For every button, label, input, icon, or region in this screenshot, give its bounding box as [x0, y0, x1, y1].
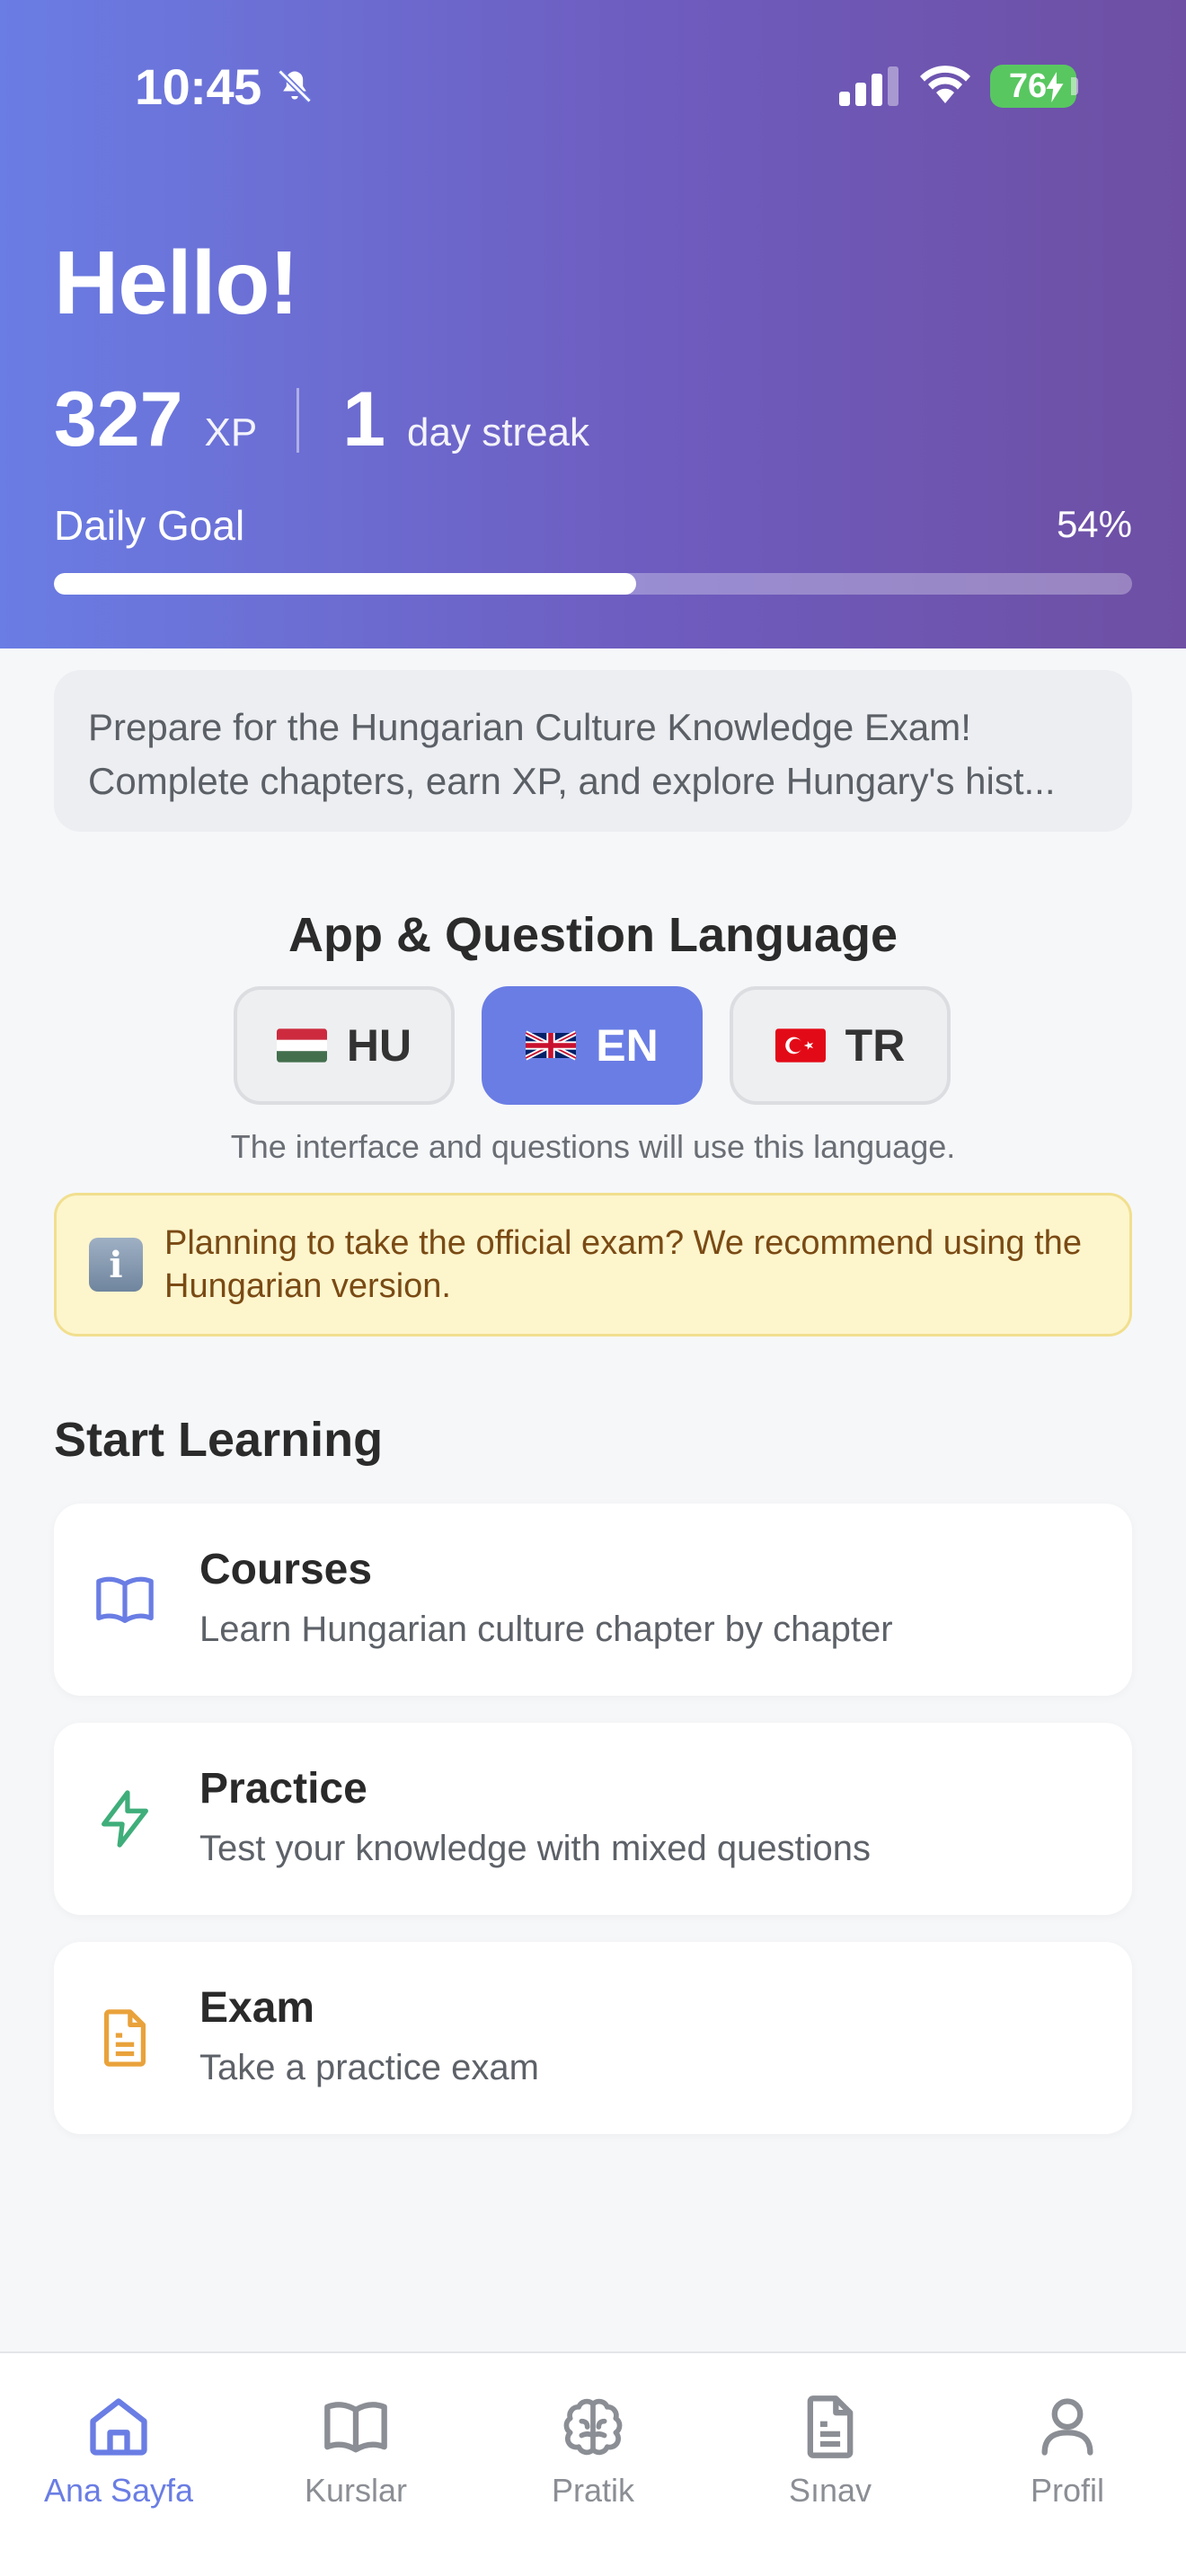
- home-icon: [90, 2398, 147, 2456]
- hungary-flag-icon: [276, 1028, 327, 1063]
- xp-value: 327: [54, 376, 183, 463]
- brain-icon: [563, 2398, 623, 2456]
- language-note: The interface and questions will use thi…: [230, 1128, 956, 1165]
- language-button-tr[interactable]: TR: [730, 986, 951, 1105]
- turkey-flag-icon: [774, 1028, 826, 1063]
- header: 10:45 76 Hello! 327 XP 1 day streak Dail…: [0, 0, 1186, 648]
- practice-card[interactable]: Practice Test your knowledge with mixed …: [54, 1723, 1132, 1915]
- courses-description: Learn Hungarian culture chapter by chapt…: [199, 1610, 893, 1649]
- bell-off-icon: [278, 69, 312, 103]
- daily-goal-label: Daily Goal: [54, 502, 245, 549]
- courses-title: Courses: [199, 1546, 373, 1593]
- xp-label: XP: [204, 410, 258, 454]
- charging-bolt-icon: [1046, 72, 1064, 102]
- lightning-icon: [102, 1790, 148, 1848]
- tab-home-label: Ana Sayfa: [43, 2472, 194, 2509]
- intro-card: Prepare for the Hungarian Culture Knowle…: [54, 670, 1132, 832]
- practice-description: Test your knowledge with mixed questions: [199, 1829, 872, 1868]
- practice-title: Practice: [199, 1765, 367, 1813]
- wifi-icon: [920, 66, 970, 103]
- start-learning-title: Start Learning: [54, 1413, 384, 1467]
- daily-goal-percent: 54%: [1056, 503, 1132, 545]
- tab-exam-label: Sınav: [788, 2472, 872, 2509]
- status-time: 10:45: [135, 58, 261, 115]
- streak-value: 1: [342, 376, 386, 463]
- stats-row: 327 XP 1 day streak: [54, 375, 589, 465]
- exam-language-notice-text: Planning to take the official exam? We r…: [164, 1224, 1082, 1305]
- document-icon: [807, 2395, 854, 2458]
- language-button-hu[interactable]: HU: [234, 986, 455, 1105]
- tab-home[interactable]: Ana Sayfa: [0, 2375, 237, 2510]
- courses-card[interactable]: Courses Learn Hungarian culture chapter …: [54, 1504, 1132, 1696]
- tab-courses[interactable]: Kurslar: [237, 2375, 474, 2510]
- tab-profile-label: Profil: [1030, 2472, 1105, 2509]
- tab-profile[interactable]: Profil: [949, 2375, 1186, 2510]
- language-code-hu: HU: [346, 1020, 412, 1071]
- tab-exam[interactable]: Sınav: [712, 2375, 949, 2510]
- streak-label: day streak: [407, 410, 590, 454]
- language-button-en[interactable]: EN: [482, 986, 703, 1105]
- tab-practice-label: Pratik: [551, 2472, 635, 2509]
- exam-language-notice: i Planning to take the official exam? We…: [54, 1193, 1132, 1337]
- tab-practice[interactable]: Pratik: [474, 2375, 712, 2510]
- info-icon: i: [89, 1238, 143, 1292]
- battery-level: 76: [1008, 66, 1048, 105]
- language-code-en: EN: [596, 1020, 659, 1071]
- exam-description: Take a practice exam: [199, 2048, 539, 2087]
- language-code-tr: TR: [845, 1020, 906, 1071]
- greeting: Hello!: [54, 233, 299, 333]
- language-section-title: App & Question Language: [288, 908, 898, 962]
- language-selector: HU EN TR: [234, 986, 952, 1107]
- tab-courses-label: Kurslar: [304, 2472, 408, 2509]
- home-screen: 10:45 76 Hello! 327 XP 1 day streak Dail…: [0, 0, 1186, 2576]
- signal-icon: [839, 66, 898, 106]
- intro-line-2: Complete chapters, earn XP, and explore …: [88, 760, 1056, 802]
- battery-cap: [1071, 77, 1078, 95]
- daily-goal-progress-bar: [54, 573, 1132, 595]
- bottom-tab-bar: Ana Sayfa Kurslar Pratik Sınav Profil: [0, 2351, 1186, 2576]
- user-icon: [1041, 2398, 1093, 2456]
- uk-flag-icon: [526, 1030, 577, 1061]
- document-icon: [103, 2009, 146, 2067]
- exam-card[interactable]: Exam Take a practice exam: [54, 1942, 1132, 2134]
- daily-goal-progress-fill: [54, 573, 636, 595]
- exam-title: Exam: [199, 1984, 315, 2032]
- book-icon: [96, 1576, 154, 1623]
- stat-divider: [296, 388, 300, 453]
- book-icon: [324, 2402, 387, 2453]
- intro-line-1: Prepare for the Hungarian Culture Knowle…: [88, 706, 971, 748]
